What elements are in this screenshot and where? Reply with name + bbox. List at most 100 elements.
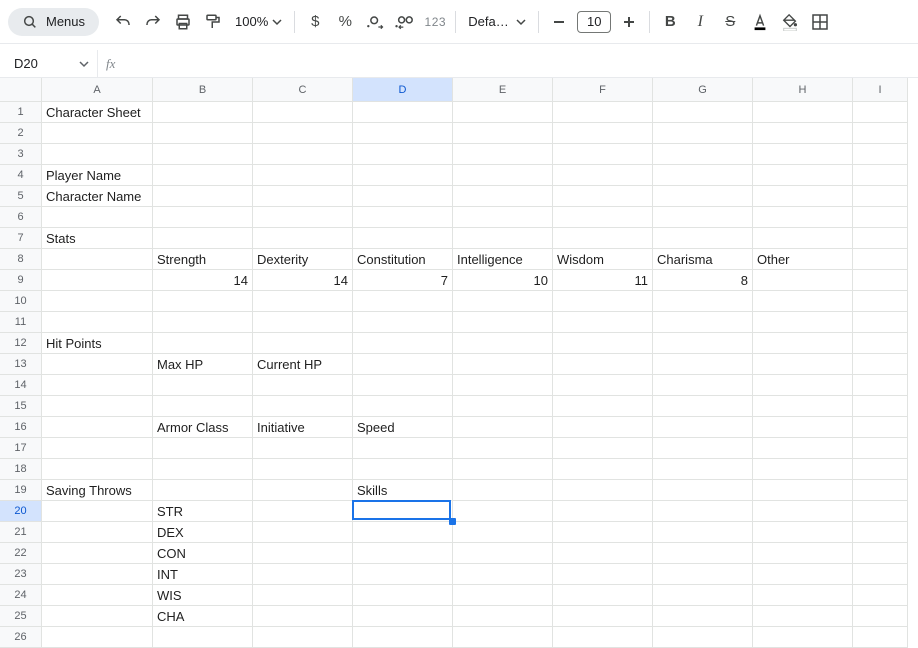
cell-A16[interactable] — [42, 417, 153, 438]
cell-B18[interactable] — [153, 459, 253, 480]
cell-G9[interactable]: 8 — [653, 270, 753, 291]
cell-F25[interactable] — [553, 606, 653, 627]
cell-D9[interactable]: 7 — [353, 270, 453, 291]
cell-F24[interactable] — [553, 585, 653, 606]
cell-C14[interactable] — [253, 375, 353, 396]
cell-H1[interactable] — [753, 102, 853, 123]
cell-I23[interactable] — [853, 564, 908, 585]
cell-G12[interactable] — [653, 333, 753, 354]
cell-F20[interactable] — [553, 501, 653, 522]
row-header-17[interactable]: 17 — [0, 438, 42, 459]
row-header-2[interactable]: 2 — [0, 123, 42, 144]
cell-B21[interactable]: DEX — [153, 522, 253, 543]
col-header-A[interactable]: A — [42, 78, 153, 102]
cell-F5[interactable] — [553, 186, 653, 207]
font-size-decrease-button[interactable] — [545, 8, 573, 36]
cell-D16[interactable]: Speed — [353, 417, 453, 438]
row-header-25[interactable]: 25 — [0, 606, 42, 627]
cell-C11[interactable] — [253, 312, 353, 333]
cell-H17[interactable] — [753, 438, 853, 459]
cell-H23[interactable] — [753, 564, 853, 585]
cell-H25[interactable] — [753, 606, 853, 627]
cell-D13[interactable] — [353, 354, 453, 375]
cell-B8[interactable]: Strength — [153, 249, 253, 270]
cell-F2[interactable] — [553, 123, 653, 144]
cell-D25[interactable] — [353, 606, 453, 627]
cell-I17[interactable] — [853, 438, 908, 459]
formula-input-wrap[interactable]: fx — [98, 50, 918, 77]
decrease-decimal-button[interactable] — [361, 8, 389, 36]
cell-C25[interactable] — [253, 606, 353, 627]
cell-C7[interactable] — [253, 228, 353, 249]
cell-H6[interactable] — [753, 207, 853, 228]
cell-I1[interactable] — [853, 102, 908, 123]
cell-G8[interactable]: Charisma — [653, 249, 753, 270]
cell-C3[interactable] — [253, 144, 353, 165]
cell-F18[interactable] — [553, 459, 653, 480]
cell-F4[interactable] — [553, 165, 653, 186]
percent-button[interactable]: % — [331, 8, 359, 36]
paint-format-button[interactable] — [199, 8, 227, 36]
cell-D17[interactable] — [353, 438, 453, 459]
row-header-15[interactable]: 15 — [0, 396, 42, 417]
cell-H21[interactable] — [753, 522, 853, 543]
cell-A24[interactable] — [42, 585, 153, 606]
cell-F3[interactable] — [553, 144, 653, 165]
row-header-1[interactable]: 1 — [0, 102, 42, 123]
cell-C17[interactable] — [253, 438, 353, 459]
cell-E13[interactable] — [453, 354, 553, 375]
row-header-24[interactable]: 24 — [0, 585, 42, 606]
cell-D11[interactable] — [353, 312, 453, 333]
cell-A13[interactable] — [42, 354, 153, 375]
cell-E25[interactable] — [453, 606, 553, 627]
cell-E18[interactable] — [453, 459, 553, 480]
cell-I7[interactable] — [853, 228, 908, 249]
cell-F7[interactable] — [553, 228, 653, 249]
cell-F9[interactable]: 11 — [553, 270, 653, 291]
cell-E17[interactable] — [453, 438, 553, 459]
cell-E22[interactable] — [453, 543, 553, 564]
font-size-increase-button[interactable] — [615, 8, 643, 36]
row-header-14[interactable]: 14 — [0, 375, 42, 396]
cell-D2[interactable] — [353, 123, 453, 144]
cell-A14[interactable] — [42, 375, 153, 396]
cell-F6[interactable] — [553, 207, 653, 228]
row-header-21[interactable]: 21 — [0, 522, 42, 543]
cell-I20[interactable] — [853, 501, 908, 522]
row-header-26[interactable]: 26 — [0, 627, 42, 648]
cell-E24[interactable] — [453, 585, 553, 606]
cell-C24[interactable] — [253, 585, 353, 606]
cell-H20[interactable] — [753, 501, 853, 522]
row-header-22[interactable]: 22 — [0, 543, 42, 564]
col-header-B[interactable]: B — [153, 78, 253, 102]
cell-C15[interactable] — [253, 396, 353, 417]
cell-E5[interactable] — [453, 186, 553, 207]
cell-E9[interactable]: 10 — [453, 270, 553, 291]
cell-E20[interactable] — [453, 501, 553, 522]
cell-G25[interactable] — [653, 606, 753, 627]
cell-C9[interactable]: 14 — [253, 270, 353, 291]
cell-B19[interactable] — [153, 480, 253, 501]
cell-D6[interactable] — [353, 207, 453, 228]
cell-G3[interactable] — [653, 144, 753, 165]
cell-I6[interactable] — [853, 207, 908, 228]
cell-H24[interactable] — [753, 585, 853, 606]
cell-E16[interactable] — [453, 417, 553, 438]
row-header-7[interactable]: 7 — [0, 228, 42, 249]
row-header-12[interactable]: 12 — [0, 333, 42, 354]
row-header-9[interactable]: 9 — [0, 270, 42, 291]
cell-B10[interactable] — [153, 291, 253, 312]
cell-D10[interactable] — [353, 291, 453, 312]
cell-G21[interactable] — [653, 522, 753, 543]
cell-D1[interactable] — [353, 102, 453, 123]
cell-G23[interactable] — [653, 564, 753, 585]
cell-I18[interactable] — [853, 459, 908, 480]
cell-E8[interactable]: Intelligence — [453, 249, 553, 270]
cell-I9[interactable] — [853, 270, 908, 291]
cell-I2[interactable] — [853, 123, 908, 144]
cell-A17[interactable] — [42, 438, 153, 459]
cell-I22[interactable] — [853, 543, 908, 564]
cell-H19[interactable] — [753, 480, 853, 501]
row-header-4[interactable]: 4 — [0, 165, 42, 186]
cell-A10[interactable] — [42, 291, 153, 312]
